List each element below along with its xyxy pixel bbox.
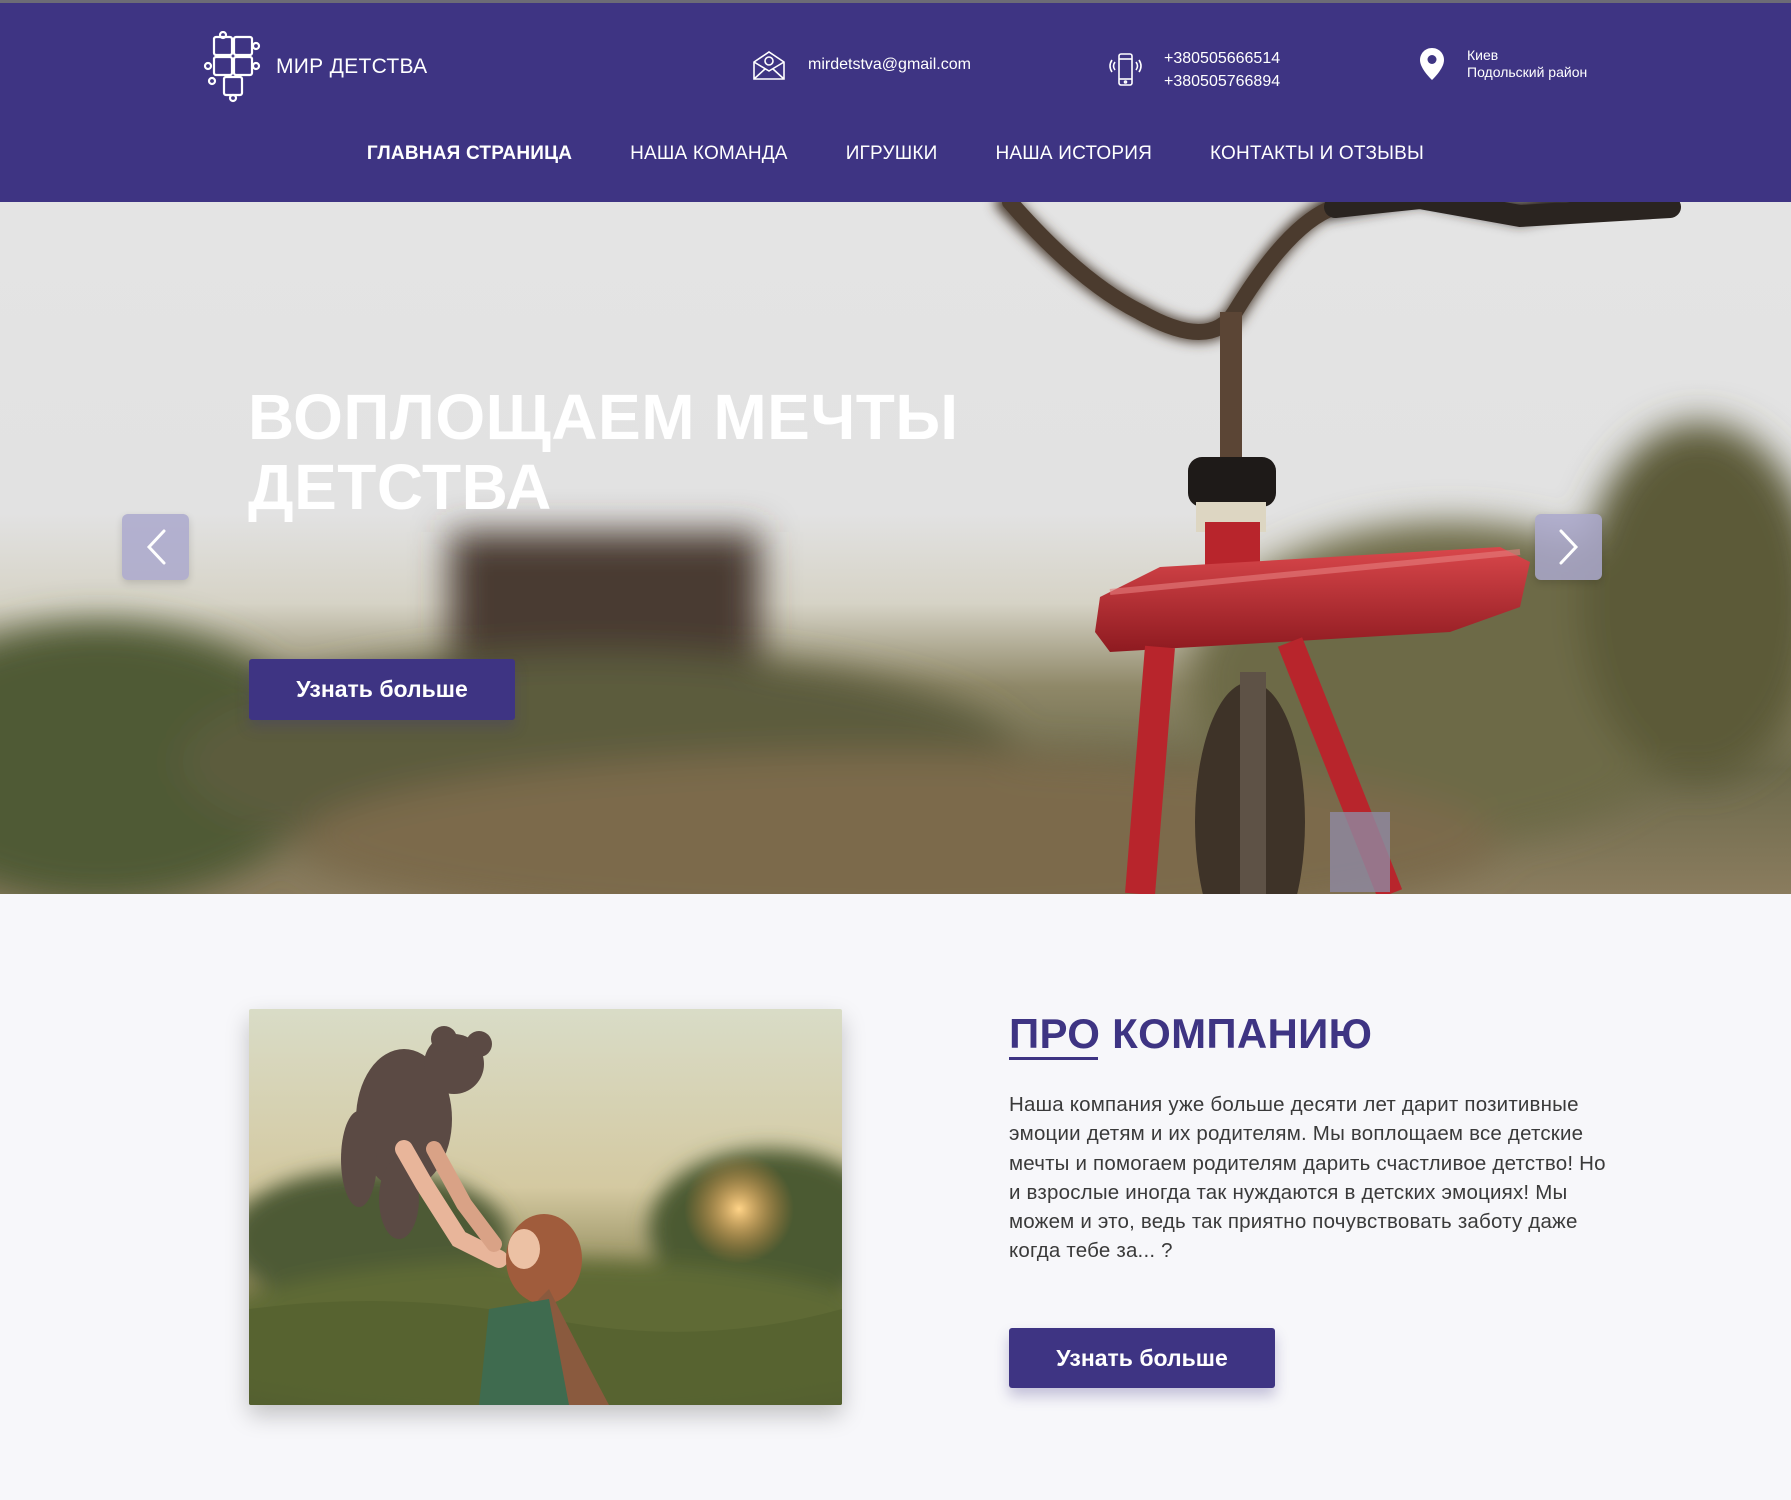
about-text: Наша компания уже больше десяти лет дари… xyxy=(1009,1093,1606,1263)
envelope-icon xyxy=(752,49,786,81)
email-text: mirdetstva@gmail.com xyxy=(808,56,971,73)
address-district: Подольский район xyxy=(1467,64,1588,80)
address-city: Киев xyxy=(1467,47,1499,63)
hero-bicycle-image xyxy=(0,202,1791,894)
puzzle-icon xyxy=(203,31,261,103)
nav-item-team[interactable]: НАША КОМАНДА xyxy=(601,143,817,165)
contact-address[interactable]: Киев Подольский район xyxy=(1419,47,1587,81)
contact-email[interactable]: mirdetstva@gmail.com xyxy=(752,49,971,81)
hero-learn-more-button[interactable]: Узнать больше xyxy=(249,659,515,720)
hero-slider: ВОПЛОЩАЕМ МЕЧТЫ ДЕТСТВА Узнать больше xyxy=(0,202,1791,894)
location-pin-icon xyxy=(1419,47,1445,81)
slider-next-button[interactable] xyxy=(1535,514,1602,580)
nav-item-home[interactable]: ГЛАВНАЯ СТРАНИЦА xyxy=(338,143,601,165)
title-underline xyxy=(1009,1057,1098,1060)
about-learn-more-button[interactable]: Узнать больше xyxy=(1009,1328,1275,1388)
phone-number-2[interactable]: +380505766894 xyxy=(1164,70,1280,93)
about-title: ПРО КОМПАНИЮ xyxy=(1009,1010,1373,1057)
slider-prev-button[interactable] xyxy=(122,514,189,580)
nav-item-toys[interactable]: ИГРУШКИ xyxy=(817,143,967,165)
brand-name: МИР ДЕТСТВА xyxy=(276,55,428,78)
chevron-left-icon xyxy=(146,529,165,565)
nav-item-contacts[interactable]: КОНТАКТЫ И ОТЗЫВЫ xyxy=(1181,143,1453,165)
contact-phone[interactable]: +380505666514 +380505766894 xyxy=(1108,47,1280,93)
nav-item-history[interactable]: НАША ИСТОРИЯ xyxy=(967,143,1182,165)
phone-number-1[interactable]: +380505666514 xyxy=(1164,47,1280,70)
site-logo[interactable]: МИР ДЕТСТВА xyxy=(200,31,427,103)
main-nav: ГЛАВНАЯ СТРАНИЦА НАША КОМАНДА ИГРУШКИ НА… xyxy=(0,143,1791,165)
site-header: МИР ДЕТСТВА mirdetstva@gmail.com +380505… xyxy=(0,3,1791,202)
chevron-right-icon xyxy=(1559,529,1578,565)
about-photo xyxy=(249,1009,842,1405)
phone-icon xyxy=(1108,52,1142,88)
hero-title: ВОПЛОЩАЕМ МЕЧТЫ ДЕТСТВА xyxy=(248,381,959,523)
